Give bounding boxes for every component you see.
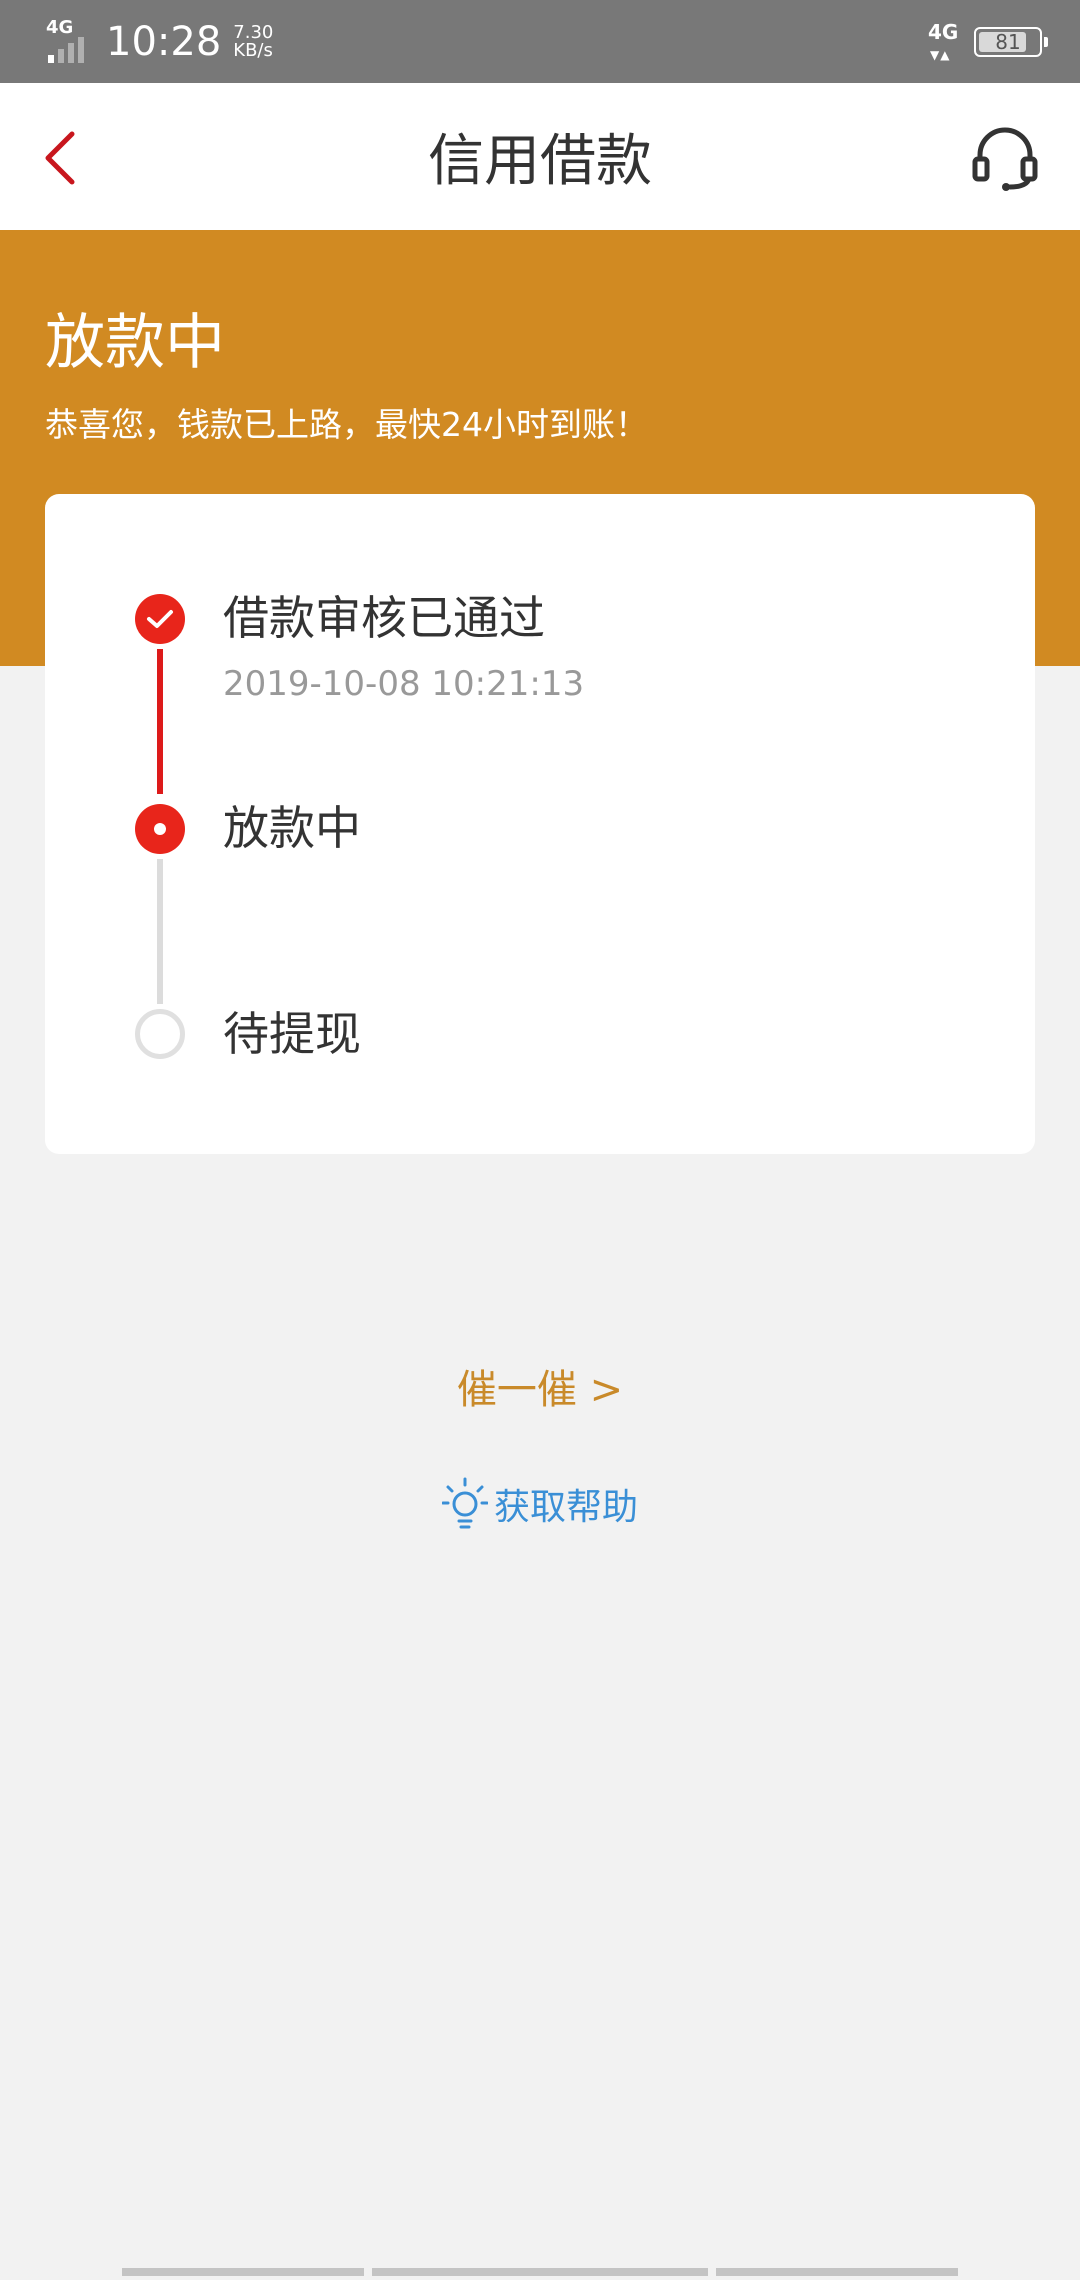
network-speed-value: 7.30	[233, 21, 274, 43]
gesture-segment-left[interactable]	[122, 2268, 364, 2276]
loan-status-title: 放款中	[45, 308, 225, 378]
get-help-label: 获取帮助	[493, 1487, 638, 1528]
check-icon	[147, 610, 173, 628]
page-title: 信用借款	[428, 129, 652, 194]
signal-icon: 4G	[44, 16, 94, 65]
headset-icon	[972, 127, 1038, 191]
urge-button[interactable]: 催一催 >	[0, 1360, 1080, 1420]
progress-line-completed	[157, 649, 163, 794]
loan-status-subtitle: 恭喜您，钱款已上路，最快24小时到账！	[45, 405, 648, 444]
gesture-segment-center[interactable]	[372, 2268, 708, 2276]
status-bar: 4G 10:28 7.30 KB/s 4G ▼▲ 81	[0, 0, 1080, 83]
network-type: 4G	[46, 16, 74, 38]
battery-nub	[1044, 36, 1048, 47]
back-button[interactable]	[28, 123, 92, 193]
network-speed: 7.30 KB/s	[233, 21, 274, 61]
step-active-dot	[154, 823, 166, 835]
step-label-approved: 借款审核已通过	[223, 591, 545, 645]
gesture-segment-right[interactable]	[716, 2268, 958, 2276]
network-speed-unit: KB/s	[233, 39, 273, 61]
battery-icon: 81	[974, 26, 1048, 57]
bottom-gesture-bar	[0, 2268, 1080, 2280]
customer-service-button[interactable]	[970, 123, 1040, 193]
signal-bars	[48, 36, 84, 63]
status-bar-left: 4G 10:28 7.30 KB/s	[44, 0, 273, 83]
step-pending-icon	[135, 1009, 185, 1059]
lightbulb-icon	[441, 1477, 488, 1529]
data-arrows-icon: ▼▲	[930, 47, 951, 62]
step-label-disbursing: 放款中	[223, 801, 361, 855]
status-bar-right: 4G ▼▲ 81	[928, 0, 1048, 83]
get-help-link[interactable]: 获取帮助	[0, 1476, 1080, 1532]
progress-line-pending	[157, 859, 163, 1004]
step-active-icon	[135, 804, 185, 854]
status-time: 10:28	[106, 18, 222, 65]
step-time-approved: 2019-10-08 10:21:13	[223, 664, 585, 704]
chevron-left-icon	[45, 131, 75, 185]
step-label-withdraw: 待提现	[223, 1007, 361, 1061]
progress-card: 借款审核已通过 2019-10-08 10:21:13 放款中 待提现	[45, 494, 1035, 1154]
battery-level: 81	[995, 29, 1021, 54]
step-done-icon	[135, 594, 185, 644]
nav-bar: 信用借款	[0, 83, 1080, 230]
data-network-type: 4G	[928, 19, 959, 44]
data-activity-icon: 4G ▼▲	[928, 22, 960, 62]
